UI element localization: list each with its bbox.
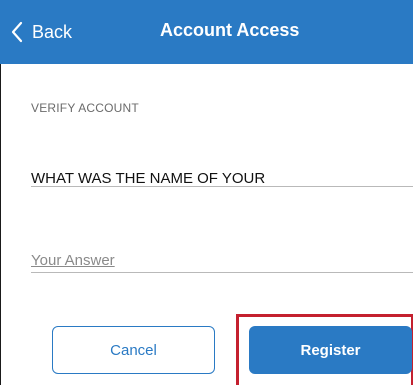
navigation-bar: Back Account Access bbox=[0, 0, 413, 64]
security-question: WHAT WAS THE NAME OF YOUR bbox=[31, 170, 266, 187]
register-button[interactable]: Register bbox=[249, 326, 412, 374]
cancel-button[interactable]: Cancel bbox=[52, 326, 215, 374]
answer-input[interactable] bbox=[31, 248, 413, 273]
account-access-screen: Back Account Access VERIFY ACCOUNT WHAT … bbox=[0, 0, 413, 385]
question-divider bbox=[31, 186, 413, 187]
back-button[interactable]: Back bbox=[10, 18, 72, 46]
back-label: Back bbox=[32, 21, 73, 42]
section-label: VERIFY ACCOUNT bbox=[31, 101, 139, 115]
page-title: Account Access bbox=[160, 20, 300, 40]
chevron-left-icon bbox=[11, 21, 23, 43]
